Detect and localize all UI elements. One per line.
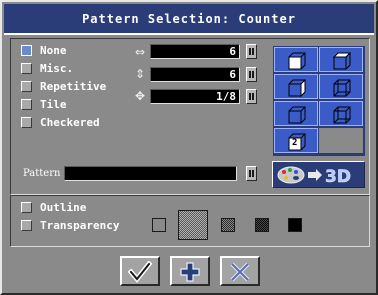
cube-2-cell[interactable]: 2 — [274, 128, 318, 153]
checkbox-outline[interactable] — [21, 202, 32, 213]
checkbox-checkered[interactable] — [21, 117, 32, 128]
both-picker-button[interactable] — [246, 89, 257, 104]
transparency-swatch-25[interactable] — [178, 210, 208, 240]
cube-front-cell[interactable] — [274, 47, 318, 72]
transparency-swatch-50[interactable] — [221, 218, 235, 232]
pattern-picker-button[interactable] — [246, 166, 257, 181]
cube-left-icon — [288, 106, 306, 124]
vertical-arrows-icon: ⇕ — [134, 67, 146, 81]
cube-top-right-cell[interactable] — [319, 47, 363, 72]
checkbox-none[interactable] — [21, 45, 32, 56]
horizontal-arrows-icon: ⇔ — [134, 45, 146, 59]
label-checkered: Checkered — [40, 116, 100, 129]
transparency-swatch-0[interactable] — [152, 218, 166, 232]
checkbox-transparency[interactable] — [21, 220, 32, 231]
add-button[interactable] — [170, 256, 210, 286]
transparency-swatch-100[interactable] — [288, 218, 302, 232]
label-repetitive: Repetitive — [40, 80, 107, 93]
cube-position-grid: 2 — [273, 46, 365, 156]
title-bar: Pattern Selection: Counter — [4, 4, 374, 35]
cancel-button[interactable] — [220, 256, 260, 286]
ok-button[interactable] — [120, 256, 160, 286]
checkbox-tile[interactable] — [21, 99, 32, 110]
pattern-label: Pattern — [23, 168, 61, 179]
3d-text: 3D — [325, 167, 351, 187]
palette-to-3d-button[interactable]: 3D — [272, 161, 365, 188]
label-tile: Tile — [40, 98, 67, 111]
x-icon — [230, 262, 250, 282]
horizontal-picker-button[interactable] — [246, 44, 257, 59]
checkbox-misc[interactable] — [21, 63, 32, 74]
cube-top-right-icon — [332, 52, 352, 70]
horizontal-value-field[interactable]: 6 — [150, 44, 240, 59]
cube-right-icon — [288, 78, 306, 98]
palette-3d-icon: 3D — [277, 166, 351, 187]
transparency-swatch-75[interactable] — [255, 218, 269, 232]
dialog-title: Pattern Selection: Counter — [82, 12, 296, 26]
label-none: None — [40, 44, 67, 57]
four-way-arrows-icon: ✥ — [134, 89, 146, 103]
both-value-field[interactable]: 1/8 — [150, 89, 240, 104]
cube-wire-icon — [333, 79, 351, 97]
label-misc: Misc. — [40, 62, 74, 75]
label-outline: Outline — [40, 201, 87, 214]
cube-2-label: 2 — [292, 138, 298, 148]
cube-right-cell[interactable] — [274, 74, 318, 99]
cube-left-cell[interactable] — [274, 101, 318, 126]
vertical-picker-button[interactable] — [246, 67, 257, 82]
checkbox-repetitive[interactable] — [21, 81, 32, 92]
pattern-field[interactable] — [64, 166, 237, 181]
vertical-value-field[interactable]: 6 — [150, 67, 240, 82]
cube-front-icon — [288, 52, 306, 70]
cube-back-icon — [333, 106, 351, 124]
cube-empty-cell — [319, 128, 363, 153]
cube-wire-cell[interactable] — [319, 74, 363, 99]
plus-icon — [180, 262, 200, 282]
cube-back-cell[interactable] — [319, 101, 363, 126]
label-transparency: Transparency — [40, 219, 120, 232]
checkmark-icon — [128, 261, 152, 283]
pattern-selection-dialog: Pattern Selection: Counter None Misc. Re… — [0, 0, 378, 295]
